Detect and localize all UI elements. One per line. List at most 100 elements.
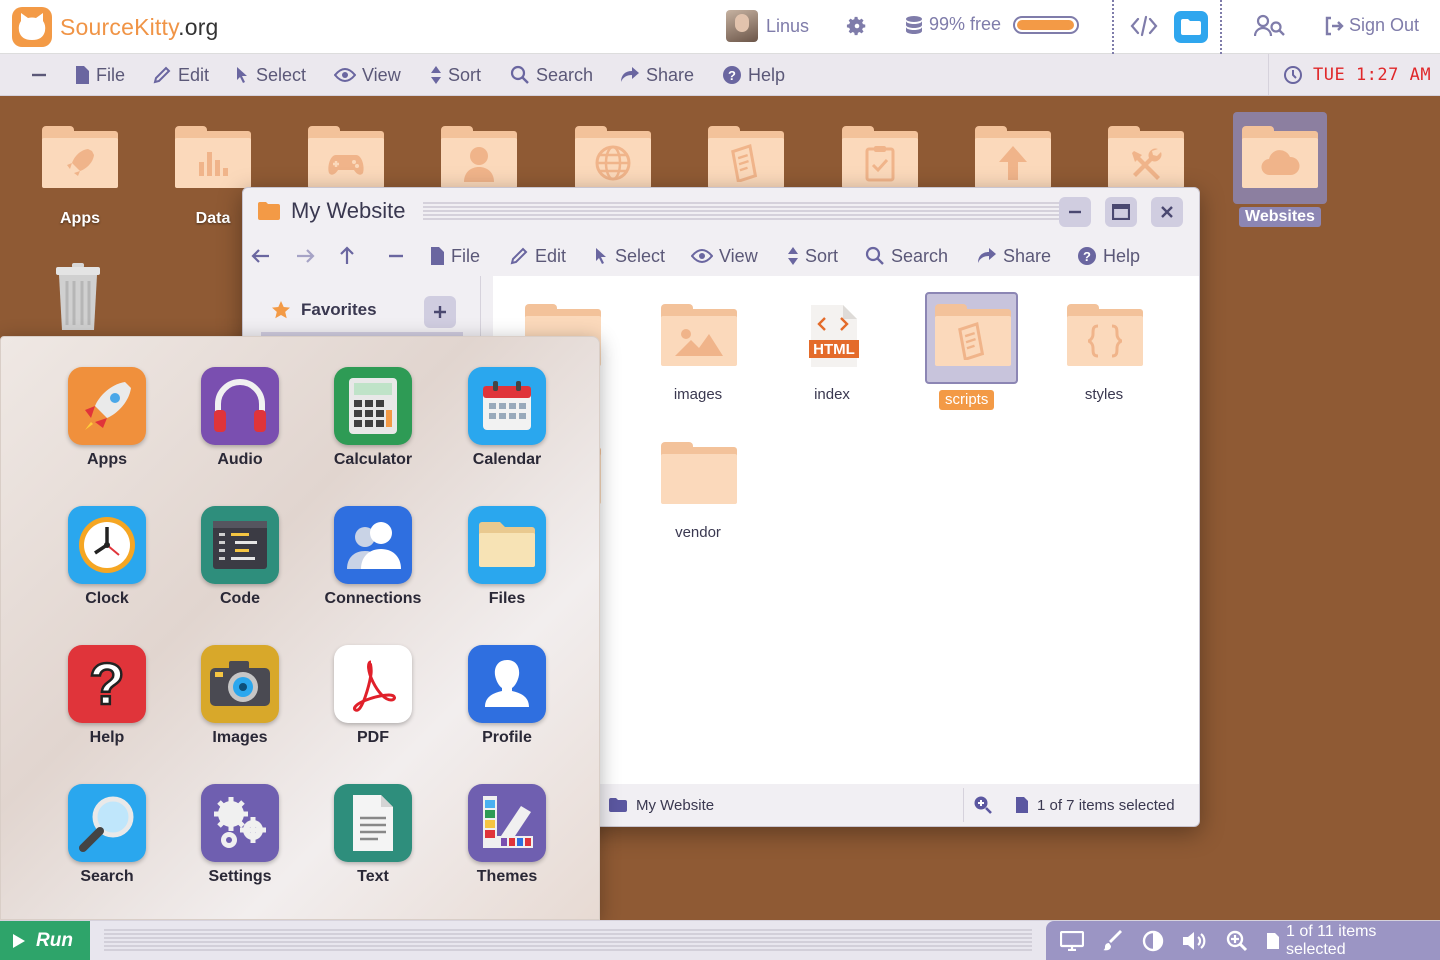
menu-view[interactable]: View <box>334 54 401 96</box>
menu-help[interactable]: ? Help <box>722 54 785 96</box>
toolbar-select[interactable]: Select <box>593 236 665 276</box>
trash-icon[interactable] <box>54 263 102 331</box>
collapse-button[interactable] <box>30 54 48 96</box>
storage-indicator[interactable]: 99% free <box>905 14 1080 35</box>
title-bar-grip[interactable] <box>423 202 1083 222</box>
volume-icon[interactable] <box>1182 930 1208 952</box>
toolbar-sort[interactable]: Sort <box>787 236 838 276</box>
taskbar-selection: 1 of 11 items selected <box>1266 923 1440 959</box>
brand-name[interactable]: SourceKitty.org <box>60 14 219 41</box>
cursor-icon <box>593 246 609 266</box>
upload-icon <box>975 138 1051 188</box>
app-label: Audio <box>217 451 263 468</box>
people-icon <box>334 506 412 584</box>
user-menu[interactable]: Linus <box>726 10 809 42</box>
status-selection: 1 of 7 items selected <box>1015 796 1175 814</box>
window-title: My Website <box>291 198 406 223</box>
magnifier-icon <box>68 784 146 862</box>
pencil-icon <box>509 246 529 266</box>
help-icon: ? <box>722 65 742 85</box>
clock-display[interactable]: TUE 1:27 AM <box>1268 54 1431 96</box>
share-icon <box>977 247 997 265</box>
app-label: Settings <box>208 868 272 885</box>
close-button[interactable] <box>1151 197 1183 227</box>
menu-sort[interactable]: Sort <box>430 54 481 96</box>
minus-icon <box>30 66 48 84</box>
person-icon <box>468 645 546 723</box>
run-label: Run <box>36 930 73 951</box>
gear-icon[interactable] <box>846 15 868 37</box>
storage-text: 99% free <box>929 14 1002 34</box>
collapse-sidebar-button[interactable] <box>387 236 405 276</box>
minimize-button[interactable] <box>1059 197 1091 227</box>
menu-select[interactable]: Select <box>234 54 306 96</box>
add-favorite-button[interactable] <box>424 296 456 328</box>
back-button[interactable] <box>251 236 271 276</box>
scroll-icon <box>935 316 1011 366</box>
file-item-label: vendor <box>675 524 721 541</box>
menu-edit[interactable]: Edit <box>152 54 209 96</box>
toolbar-share[interactable]: Share <box>977 236 1051 276</box>
taskbar-selection-label: 1 of 11 items selected <box>1286 923 1377 958</box>
zoom-in-icon[interactable] <box>973 795 993 815</box>
maximize-button[interactable] <box>1105 197 1137 227</box>
chart-icon <box>175 138 251 188</box>
file-icon <box>1015 796 1029 814</box>
star-icon <box>271 300 291 320</box>
status-location-label: My Website <box>636 796 715 814</box>
sort-icon <box>787 246 799 266</box>
zoom-in-icon[interactable] <box>1226 930 1248 952</box>
clock-text: TUE 1:27 AM <box>1313 65 1432 85</box>
menu-search[interactable]: Search <box>510 54 593 96</box>
storage-bar-fill <box>1017 19 1075 30</box>
sort-icon <box>430 65 442 85</box>
person-icon <box>441 138 517 188</box>
toolbar-file[interactable]: File <box>429 236 480 276</box>
toolbar-edit[interactable]: Edit <box>509 236 566 276</box>
html-file-icon: HTML <box>807 304 859 368</box>
play-icon <box>12 933 26 949</box>
toolbar-view-label: View <box>719 245 758 266</box>
menu-bar: File Edit Select View Sort Search Share … <box>0 54 1440 96</box>
toolbar-help[interactable]: ? Help <box>1077 236 1140 276</box>
menu-file[interactable]: File <box>74 54 125 96</box>
monitor-icon[interactable] <box>1060 931 1084 951</box>
sign-out-button[interactable]: Sign Out <box>1324 15 1419 36</box>
window-toolbar: File Edit Select View Sort Search Share … <box>243 236 1199 276</box>
cat-logo-icon[interactable] <box>12 7 52 47</box>
headphones-icon <box>201 367 279 445</box>
gamepad-icon <box>308 138 384 188</box>
minimize-icon <box>1067 204 1083 220</box>
camera-icon <box>201 645 279 723</box>
toolbar-select-label: Select <box>615 245 666 266</box>
window-title-bar[interactable]: My Website <box>257 198 406 224</box>
help-icon: ? <box>1077 246 1097 266</box>
up-button[interactable] <box>339 236 355 276</box>
clipboard-icon <box>842 138 918 188</box>
forward-button[interactable] <box>295 236 315 276</box>
system-tray: 1 of 11 items selected <box>1046 921 1440 960</box>
run-button[interactable]: Run <box>0 921 90 960</box>
brush-icon[interactable] <box>1102 930 1124 952</box>
toolbar-search[interactable]: Search <box>865 236 948 276</box>
database-icon <box>905 15 923 35</box>
globe-icon <box>575 138 651 188</box>
user-search-icon[interactable] <box>1254 14 1286 38</box>
task-area[interactable] <box>104 929 1032 953</box>
brand-part-1: SourceKitty <box>60 14 179 40</box>
tools-icon <box>1108 138 1184 188</box>
minus-icon <box>387 247 405 265</box>
favorites-header[interactable]: Favorites <box>271 300 377 320</box>
toolbar-view[interactable]: View <box>691 236 758 276</box>
status-location[interactable]: My Website <box>608 797 714 814</box>
divider <box>1220 0 1222 54</box>
menu-sort-label: Sort <box>448 64 482 85</box>
menu-share[interactable]: Share <box>620 54 694 96</box>
files-button[interactable] <box>1174 11 1208 43</box>
toolbar-search-label: Search <box>891 245 949 266</box>
calendar-icon <box>468 367 546 445</box>
contrast-icon[interactable] <box>1142 930 1164 952</box>
divider <box>963 788 964 822</box>
app-label: Calculator <box>333 451 413 468</box>
code-icon[interactable] <box>1130 14 1158 38</box>
